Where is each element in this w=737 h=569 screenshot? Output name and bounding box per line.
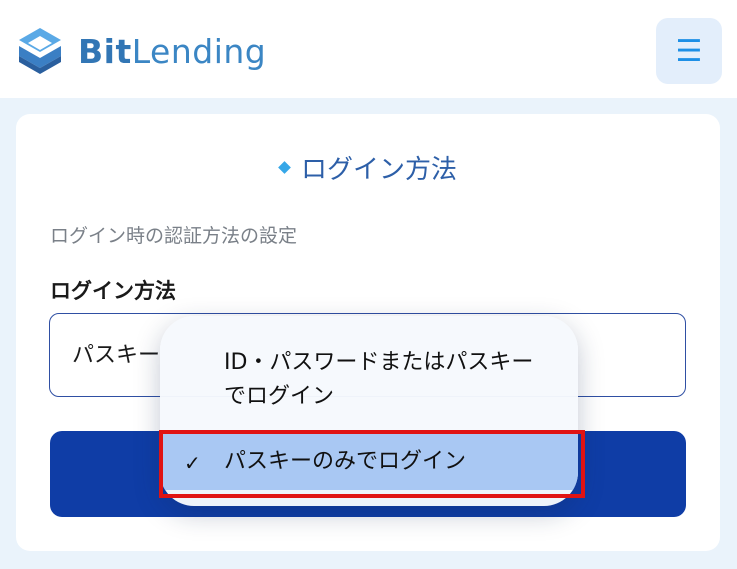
brand-name-lending: Lending	[131, 32, 267, 71]
bitlending-logo-icon	[19, 28, 61, 74]
login-method-label: ログイン方法	[50, 279, 176, 303]
highlight-annotation	[159, 430, 585, 498]
hamburger-menu-icon: ☰	[675, 33, 703, 69]
app-header: Bit Lending ☰	[0, 0, 737, 98]
section-title-text: ログイン方法	[300, 155, 457, 185]
section-title: ログイン方法	[0, 152, 737, 188]
brand-name-bit: Bit	[78, 32, 132, 71]
brand-name: Bit Lending	[78, 30, 266, 74]
dropdown-option-id-password-or-passkey[interactable]: ID・パスワードまたはパスキーでログイン	[160, 346, 578, 422]
login-method-select-value: パスキー	[72, 343, 161, 368]
menu-button[interactable]: ☰	[656, 18, 722, 84]
login-method-description: ログイン時の認証方法の設定	[50, 225, 298, 247]
dropdown-option-label: ID・パスワードまたはパスキーでログイン	[224, 350, 534, 409]
diamond-bullet-icon	[278, 161, 291, 174]
